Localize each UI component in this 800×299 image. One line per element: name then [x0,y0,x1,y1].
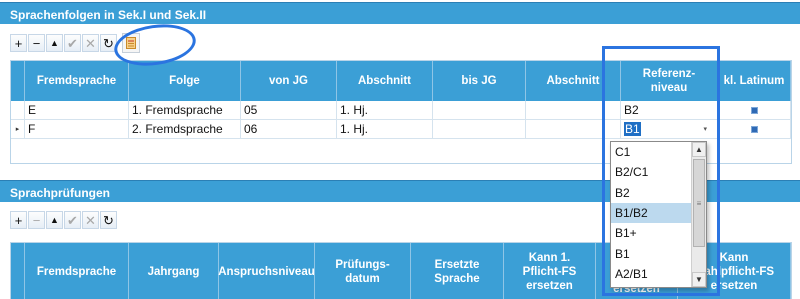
dropdown-option-selected[interactable]: B1/B2 [611,202,691,224]
sprachenfolgen-header: Sprachenfolgen in Sek.I und Sek.II [0,2,800,24]
combobox-value: B1 [624,122,641,136]
col-fremdsprache[interactable]: Fremdsprache [25,61,129,101]
scroll-up-icon[interactable]: ▲ [692,142,706,157]
cell-fremdsprache[interactable]: E [25,101,129,119]
cell-von-jg[interactable]: 06 [241,120,337,138]
move-up-icon[interactable]: ▲ [46,34,63,52]
col-bis-jg[interactable]: bis JG [433,61,526,101]
row-indicator-header [11,243,25,299]
notes-icon-graphic [126,37,136,49]
col-pruefungsdatum[interactable]: Prüfungs- datum [315,243,411,299]
dropdown-option[interactable]: C1 [611,142,691,162]
scroll-down-icon[interactable]: ▼ [692,272,706,287]
refresh-icon[interactable]: ↻ [100,34,117,52]
referenzniveau-combobox[interactable]: B1 ▾ [621,120,718,138]
dropdown-option[interactable]: B2/C1 [611,162,691,182]
cell-abschnitt-2[interactable] [526,101,621,119]
sprachenfolgen-title: Sprachenfolgen in Sek.I und Sek.II [10,8,207,22]
dropdown-option[interactable]: A2/B1 [611,264,691,284]
cell-bis-jg[interactable] [433,101,526,119]
col-von-jg[interactable]: von JG [241,61,337,101]
col-kl-latinum[interactable]: kl. Latinum [718,61,791,101]
sprachenfolgen-toolbar: + − ▲ ✔ ✕ ↻ [10,32,140,54]
latinum-checkbox[interactable] [749,105,759,115]
sprachenfolgen-grid-header: Fremdsprache Folge von JG Abschnitt bis … [11,61,791,101]
latinum-checkbox[interactable] [749,124,759,134]
col-folge[interactable]: Folge [129,61,241,101]
remove-icon[interactable]: − [28,34,45,52]
remove-icon[interactable]: − [28,211,45,229]
dropdown-option[interactable]: B1 [611,243,691,263]
cancel-icon[interactable]: ✕ [82,211,99,229]
col-abschnitt[interactable]: Abschnitt [337,61,433,101]
referenzniveau-dropdown[interactable]: C1 B2/C1 B2 B1/B2 B1+ B1 A2/B1 ▲ ≡ ▼ [610,141,707,288]
row-indicator: ▸ [11,120,25,138]
cell-abschnitt-2[interactable] [526,120,621,138]
cell-kl-latinum[interactable] [718,120,791,138]
col-referenzniveau[interactable]: Referenz- niveau [621,61,718,101]
cell-abschnitt[interactable]: 1. Hj. [337,101,433,119]
cell-bis-jg[interactable] [433,120,526,138]
col-pflicht-fs[interactable]: Kann 1. Pflicht-FS ersetzen [504,243,596,299]
cell-folge[interactable]: 1. Fremdsprache [129,101,241,119]
dropdown-option[interactable]: B2 [611,183,691,203]
col-fremdsprache[interactable]: Fremdsprache [25,243,129,299]
confirm-icon[interactable]: ✔ [64,34,81,52]
refresh-icon[interactable]: ↻ [100,211,117,229]
cell-referenzniveau[interactable]: B2 [621,101,718,119]
confirm-icon[interactable]: ✔ [64,211,81,229]
dropdown-option[interactable]: B1+ [611,223,691,243]
col-abschnitt-2[interactable]: Abschnitt [526,61,621,101]
row-indicator [11,101,25,119]
cell-abschnitt[interactable]: 1. Hj. [337,120,433,138]
scrollbar-thumb[interactable]: ≡ [693,159,705,247]
cell-kl-latinum[interactable] [718,101,791,119]
chevron-down-icon[interactable]: ▾ [703,125,707,133]
add-icon[interactable]: + [10,34,27,52]
cell-fremdsprache[interactable]: F [25,120,129,138]
sprachpruefungen-toolbar: + − ▲ ✔ ✕ ↻ [10,209,117,231]
col-jahrgang[interactable]: Jahrgang [129,243,219,299]
move-up-icon[interactable]: ▲ [46,211,63,229]
dropdown-scrollbar[interactable]: ▲ ≡ ▼ [691,142,706,287]
notes-icon[interactable] [122,33,140,53]
col-ersetzte-sprache[interactable]: Ersetzte Sprache [411,243,504,299]
sprachpruefungen-title: Sprachprüfungen [10,186,111,200]
cell-folge[interactable]: 2. Fremdsprache [129,120,241,138]
row-indicator-header [11,61,25,101]
table-row[interactable]: ▸ F 2. Fremdsprache 06 1. Hj. B1 ▾ [11,120,791,139]
table-row[interactable]: E 1. Fremdsprache 05 1. Hj. B2 [11,101,791,120]
cancel-icon[interactable]: ✕ [82,34,99,52]
col-anspruchsniveau[interactable]: Anspruchsniveau [218,243,315,299]
add-icon[interactable]: + [10,211,27,229]
cell-von-jg[interactable]: 05 [241,101,337,119]
